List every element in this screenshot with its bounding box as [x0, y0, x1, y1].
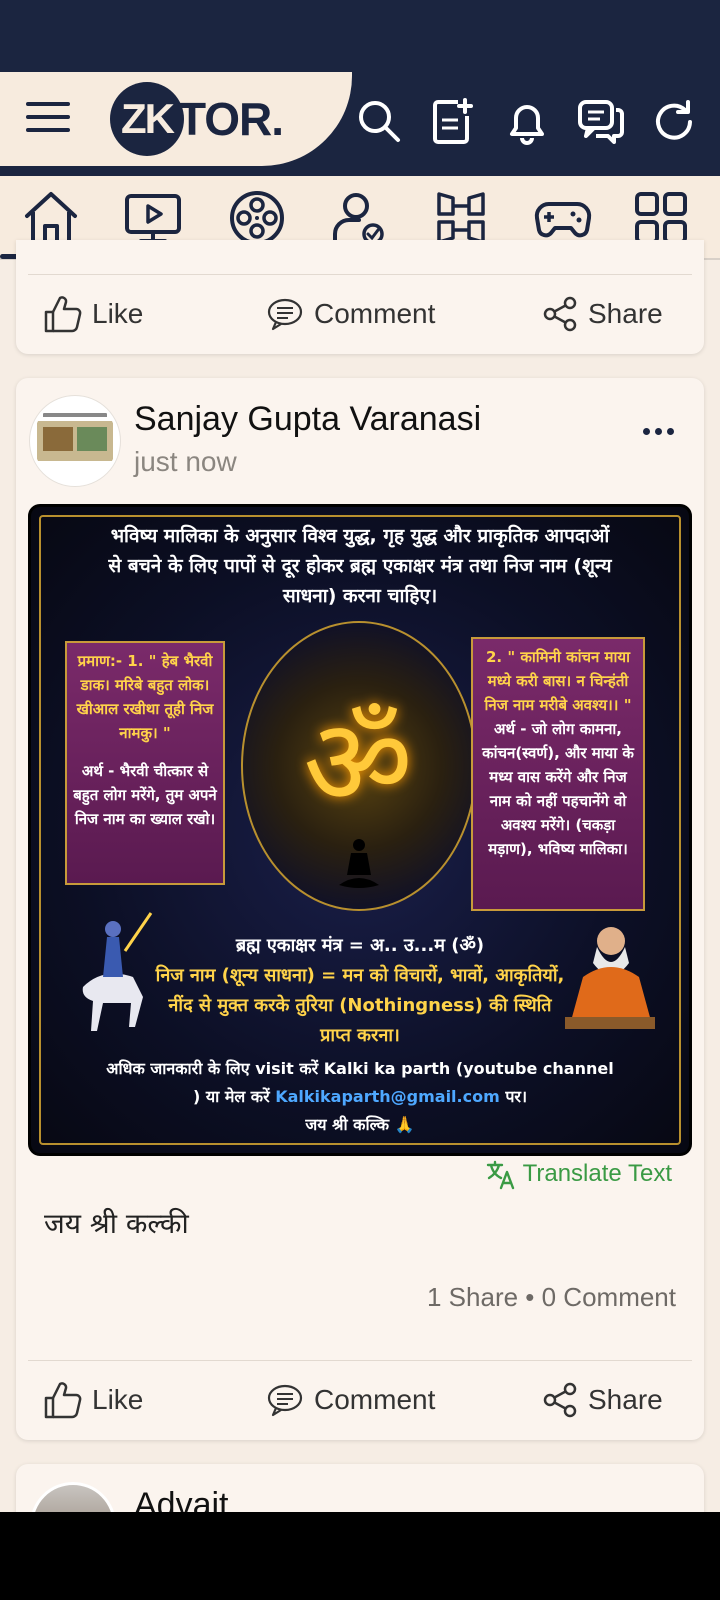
system-navigation-bar — [0, 1512, 720, 1600]
poster-mantra-line: ब्रह्म एकाक्षर मंत्र = अ.. उ...म (ॐ) — [235, 935, 485, 956]
comment-button[interactable]: Comment — [266, 1362, 435, 1438]
poster-right-box: 2. " कामिनी कांचन माया मध्ये करी बास। न … — [471, 637, 645, 911]
share-label: Share — [588, 298, 663, 329]
chat-icon[interactable] — [576, 96, 626, 146]
post-image[interactable]: भविष्य मालिका के अनुसार विश्व युद्ध, गृह… — [28, 504, 692, 1156]
author-avatar[interactable] — [30, 396, 120, 486]
post-timestamp: just now — [134, 446, 237, 477]
translate-label: Translate Text — [522, 1160, 672, 1187]
thumbs-up-icon — [44, 1382, 82, 1419]
post-stats[interactable]: 1 Share • 0 Comment — [427, 1282, 676, 1313]
poster-mantra-block: ब्रह्म एकाक्षर मंत्र = अ.. उ...म (ॐ) निज… — [151, 931, 569, 1051]
share-button[interactable]: Share — [542, 1362, 663, 1438]
divider — [28, 1360, 692, 1361]
previous-post-card: Like Comment Share — [16, 240, 704, 354]
poster-right-meaning: अर्थ - जो लोग कामना, कांचन(स्वर्ण), और म… — [482, 720, 634, 858]
comment-button[interactable]: Comment — [266, 276, 435, 352]
like-label: Like — [92, 298, 144, 329]
share-icon — [543, 1382, 577, 1418]
horse-rider-icon — [82, 912, 153, 1031]
zktor-logo[interactable]: ZK TOR. — [110, 82, 284, 156]
om-symbol: ॐ — [303, 694, 413, 833]
status-bar — [0, 0, 720, 72]
share-icon — [543, 296, 577, 332]
post-actions: Like Comment Share — [16, 1362, 704, 1438]
comment-label: Comment — [314, 1384, 436, 1415]
app-header: ZK TOR. — [0, 72, 720, 176]
logo-text: TOR. — [178, 93, 284, 145]
translate-icon — [486, 1160, 514, 1190]
new-post-icon[interactable] — [428, 96, 478, 146]
post-card: Sanjay Gupta Varanasi just now भविष्य मा… — [16, 378, 704, 1440]
more-options-icon[interactable] — [643, 428, 674, 435]
poster-left-meaning: अर्थ - भैरवी चीत्कार से बहुत लोग मरेंगे,… — [73, 762, 217, 828]
search-icon[interactable] — [354, 96, 404, 146]
logo-mark: ZK — [110, 82, 184, 156]
poster-footer: अधिक जानकारी के लिए visit करें Kalki ka … — [101, 1055, 619, 1139]
header-brand-area: ZK TOR. — [0, 72, 352, 166]
share-button[interactable]: Share — [542, 276, 663, 352]
post-author-name[interactable]: Sanjay Gupta Varanasi — [134, 400, 481, 439]
poster-left-verse: प्रमाण:- 1. " हेब भैरवी डाक। मरिबे बहुत … — [76, 652, 214, 742]
poster-left-box: प्रमाण:- 1. " हेब भैरवी डाक। मरिबे बहुत … — [65, 641, 225, 885]
share-label: Share — [588, 1384, 663, 1415]
poster-footer-end: पर। — [505, 1087, 528, 1106]
post-caption: जय श्री कल्की — [44, 1207, 189, 1240]
like-button[interactable]: Like — [42, 1362, 143, 1438]
poster-right-verse: 2. " कामिनी कांचन माया मध्ये करी बास। न … — [484, 648, 632, 714]
refresh-icon[interactable] — [650, 96, 700, 146]
comment-icon — [267, 1384, 303, 1417]
like-button[interactable]: Like — [42, 276, 143, 352]
thumbs-up-icon — [44, 296, 82, 333]
divider — [28, 274, 692, 275]
hamburger-menu-icon[interactable] — [26, 102, 70, 136]
bell-icon[interactable] — [502, 96, 552, 146]
post-actions: Like Comment Share — [16, 276, 704, 352]
meditating-figure-icon — [339, 839, 379, 888]
comment-label: Comment — [314, 298, 436, 329]
poster-headline: भविष्य मालिका के अनुसार विश्व युद्ध, गृह… — [108, 525, 612, 607]
like-label: Like — [92, 1384, 144, 1415]
poster-email: Kalkikaparth@gmail.com — [275, 1087, 500, 1106]
poster-nij-naam: निज नाम (शून्य साधना) = मन को विचारों, भ… — [155, 965, 565, 1046]
comment-icon — [267, 298, 303, 331]
poster-jai-shri-kalki: जय श्री कल्कि 🙏 — [305, 1115, 415, 1134]
translate-text-button[interactable]: Translate Text — [485, 1158, 672, 1190]
